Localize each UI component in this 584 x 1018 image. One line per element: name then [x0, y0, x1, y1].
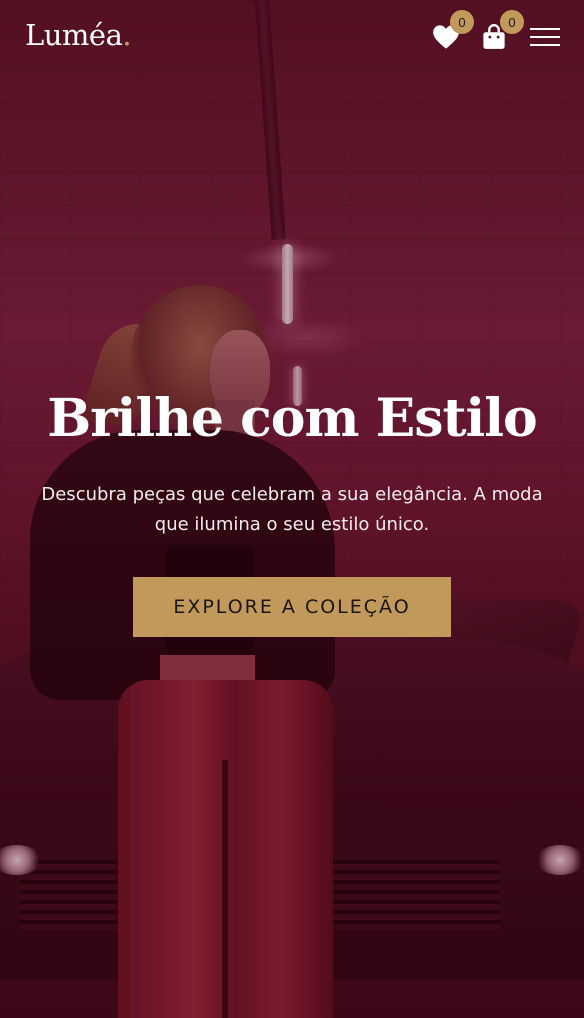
wishlist-button[interactable]: 0 [432, 10, 474, 50]
menu-line [530, 28, 560, 30]
site-header: Luméa. 0 0 [0, 0, 584, 80]
hero-title: Brilhe com Estilo [47, 388, 537, 449]
cart-button[interactable]: 0 [482, 10, 524, 50]
menu-line [530, 44, 560, 46]
wishlist-count-badge: 0 [450, 10, 474, 34]
hero-subtitle: Descubra peças que celebram a sua elegân… [41, 484, 543, 535]
brand-logo[interactable]: Luméa. [25, 18, 132, 52]
cart-count-badge: 0 [500, 10, 524, 34]
menu-line [530, 36, 560, 38]
logo-dot: . [122, 18, 132, 52]
logo-text: Luméa [25, 18, 123, 52]
explore-collection-button[interactable]: EXPLORE A COLEÇÃO [133, 577, 451, 637]
hamburger-menu-icon[interactable] [530, 28, 560, 46]
hero-section: Luméa. 0 0 Brilhe com Estilo Descubra pe… [0, 0, 584, 1018]
